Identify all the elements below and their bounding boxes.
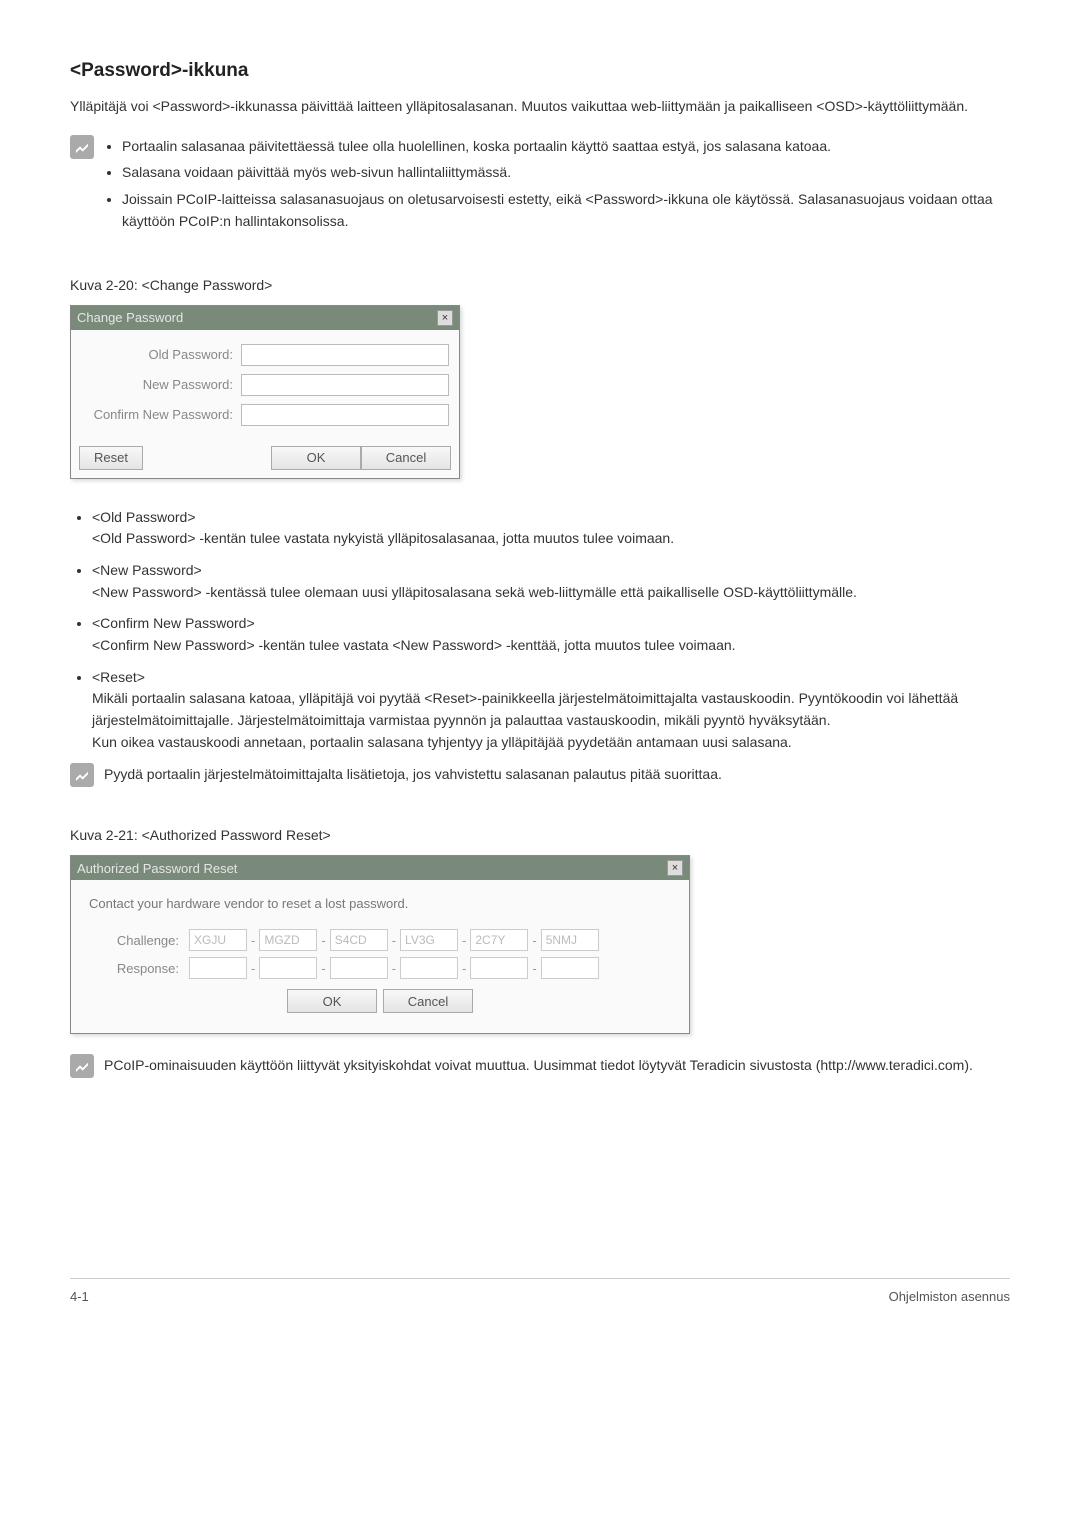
field-definition-list: <Old Password> <Old Password> -kentän tu… <box>70 507 1010 754</box>
def-term: <Confirm New Password> <box>92 613 1010 635</box>
close-icon[interactable]: × <box>437 310 453 326</box>
note-item: Portaalin salasanaa päivitettäessä tulee… <box>122 135 1010 157</box>
response-segments: - - - - - <box>189 957 599 979</box>
challenge-seg <box>470 929 528 951</box>
authorized-password-reset-dialog: Authorized Password Reset × Contact your… <box>70 855 690 1034</box>
note-text: Pyydä portaalin järjestelmätoimittajalta… <box>104 763 722 785</box>
note-icon <box>70 763 94 787</box>
page-heading: <Password>-ikkuna <box>70 60 1010 82</box>
note-item: Salasana voidaan päivittää myös web-sivu… <box>122 161 1010 183</box>
challenge-seg <box>259 929 317 951</box>
dialog-title-text: Authorized Password Reset <box>77 861 237 876</box>
list-item: <Confirm New Password> <Confirm New Pass… <box>92 613 1010 656</box>
figure-caption-2: Kuva 2-21: <Authorized Password Reset> <box>70 827 1010 843</box>
cancel-button[interactable]: Cancel <box>383 989 473 1013</box>
reset-button[interactable]: Reset <box>79 446 143 470</box>
change-password-dialog: Change Password × Old Password: New Pass… <box>70 305 460 479</box>
response-seg[interactable] <box>259 957 317 979</box>
list-item: <Reset> Mikäli portaalin salasana katoaa… <box>92 667 1010 754</box>
old-password-input[interactable] <box>241 344 449 366</box>
response-seg[interactable] <box>541 957 599 979</box>
note-item: Joissain PCoIP-laitteissa salasanasuojau… <box>122 188 1010 233</box>
footer-left: 4-1 <box>70 1289 89 1304</box>
def-term: <New Password> <box>92 560 1010 582</box>
challenge-seg <box>541 929 599 951</box>
def-desc: Mikäli portaalin salasana katoaa, ylläpi… <box>92 690 958 728</box>
dialog-title-text: Change Password <box>77 310 183 325</box>
dialog-titlebar: Authorized Password Reset × <box>71 856 689 880</box>
note-text: PCoIP-ominaisuuden käyttöön liittyvät yk… <box>104 1054 973 1076</box>
new-password-input[interactable] <box>241 374 449 396</box>
cancel-button[interactable]: Cancel <box>361 446 451 470</box>
def-term: <Old Password> <box>92 507 1010 529</box>
def-term: <Reset> <box>92 667 1010 689</box>
note-block-2: Pyydä portaalin järjestelmätoimittajalta… <box>70 763 1010 787</box>
response-seg[interactable] <box>189 957 247 979</box>
challenge-seg <box>189 929 247 951</box>
page-footer: 4-1 Ohjelmiston asennus <box>70 1278 1010 1304</box>
footer-right: Ohjelmiston asennus <box>889 1289 1010 1304</box>
old-password-label: Old Password: <box>81 347 241 362</box>
response-label: Response: <box>89 961 189 976</box>
ok-button[interactable]: OK <box>271 446 361 470</box>
response-seg[interactable] <box>470 957 528 979</box>
def-desc: <New Password> -kentässä tulee olemaan u… <box>92 584 857 600</box>
response-seg[interactable] <box>400 957 458 979</box>
confirm-new-password-label: Confirm New Password: <box>81 407 241 422</box>
challenge-seg <box>400 929 458 951</box>
note-block-3: PCoIP-ominaisuuden käyttöön liittyvät yk… <box>70 1054 1010 1078</box>
note-list-1: Portaalin salasanaa päivitettäessä tulee… <box>104 135 1010 237</box>
intro-text: Ylläpitäjä voi <Password>-ikkunassa päiv… <box>70 96 1010 117</box>
note-icon <box>70 135 94 159</box>
list-item: <Old Password> <Old Password> -kentän tu… <box>92 507 1010 550</box>
def-desc: <Confirm New Password> -kentän tulee vas… <box>92 637 736 653</box>
def-desc: Kun oikea vastauskoodi annetaan, portaal… <box>92 734 792 750</box>
challenge-label: Challenge: <box>89 933 189 948</box>
figure-caption-1: Kuva 2-20: <Change Password> <box>70 277 1010 293</box>
new-password-label: New Password: <box>81 377 241 392</box>
dialog-titlebar: Change Password × <box>71 306 459 330</box>
response-seg[interactable] <box>330 957 388 979</box>
confirm-new-password-input[interactable] <box>241 404 449 426</box>
def-desc: <Old Password> -kentän tulee vastata nyk… <box>92 530 674 546</box>
note-icon <box>70 1054 94 1078</box>
contact-text: Contact your hardware vendor to reset a … <box>89 896 671 911</box>
challenge-segments: - - - - - <box>189 929 599 951</box>
ok-button[interactable]: OK <box>287 989 377 1013</box>
challenge-seg <box>330 929 388 951</box>
list-item: <New Password> <New Password> -kentässä … <box>92 560 1010 603</box>
close-icon[interactable]: × <box>667 860 683 876</box>
note-block-1: Portaalin salasanaa päivitettäessä tulee… <box>70 135 1010 237</box>
